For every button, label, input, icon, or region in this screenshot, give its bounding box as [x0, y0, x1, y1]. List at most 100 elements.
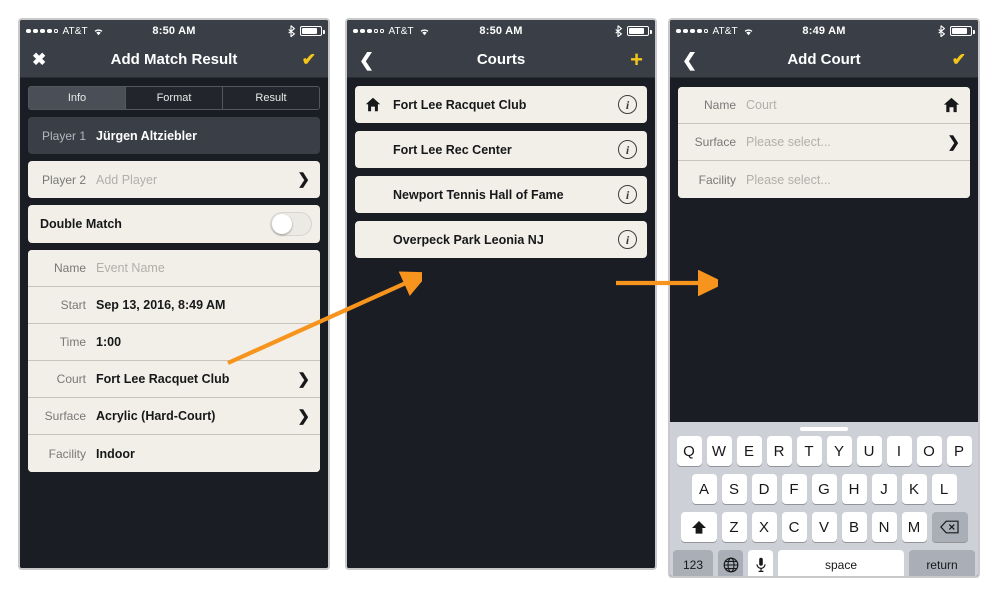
- facility-value: Indoor: [96, 446, 135, 461]
- list-item[interactable]: Overpeck Park Leonia NJ i: [355, 221, 647, 258]
- key-x[interactable]: X: [751, 512, 777, 542]
- return-key[interactable]: return: [909, 550, 975, 576]
- key-o[interactable]: O: [916, 436, 942, 466]
- field-row-facility[interactable]: Facility Please select...: [678, 161, 970, 198]
- list-item[interactable]: Fort Lee Rec Center i: [355, 131, 647, 168]
- back-button[interactable]: ❮: [682, 51, 697, 69]
- backspace-key[interactable]: [931, 512, 968, 542]
- player1-value: Jürgen Altziebler: [96, 128, 197, 143]
- info-icon[interactable]: i: [618, 95, 637, 114]
- key-b[interactable]: B: [841, 512, 867, 542]
- key-p[interactable]: P: [946, 436, 972, 466]
- key-l[interactable]: L: [931, 474, 957, 504]
- numbers-key[interactable]: 123: [673, 550, 713, 576]
- double-match-row[interactable]: Double Match: [28, 205, 320, 243]
- carrier-label: AT&T: [388, 25, 414, 37]
- key-q[interactable]: Q: [676, 436, 702, 466]
- wifi-icon: [93, 27, 104, 36]
- chevron-right-icon: ❯: [297, 171, 310, 188]
- key-m[interactable]: M: [901, 512, 927, 542]
- start-value: Sep 13, 2016, 8:49 AM: [96, 298, 226, 312]
- key-j[interactable]: J: [871, 474, 897, 504]
- detail-row-name[interactable]: Name Event Name: [28, 250, 320, 287]
- key-f[interactable]: F: [781, 474, 807, 504]
- screen-body: Fort Lee Racquet Club i Fort Lee Rec Cen…: [347, 86, 655, 568]
- key-u[interactable]: U: [856, 436, 882, 466]
- key-d[interactable]: D: [751, 474, 777, 504]
- key-v[interactable]: V: [811, 512, 837, 542]
- facility-label: Facility: [48, 446, 86, 461]
- page-title: Add Match Result: [110, 51, 238, 68]
- double-match-toggle[interactable]: [270, 212, 312, 236]
- tab-info[interactable]: Info: [29, 87, 126, 109]
- key-k[interactable]: K: [901, 474, 927, 504]
- detail-row-start[interactable]: Start Sep 13, 2016, 8:49 AM: [28, 287, 320, 324]
- shift-key[interactable]: [680, 512, 717, 542]
- field-row-name[interactable]: Name Court: [678, 87, 970, 124]
- key-c[interactable]: C: [781, 512, 807, 542]
- tab-result[interactable]: Result: [223, 87, 319, 109]
- key-w[interactable]: W: [706, 436, 732, 466]
- toggle-knob: [272, 214, 292, 234]
- keyboard-drag-handle[interactable]: [800, 427, 848, 431]
- status-bar-left: AT&T: [26, 26, 104, 37]
- chevron-right-icon: ❯: [297, 370, 310, 388]
- key-t[interactable]: T: [796, 436, 822, 466]
- status-bar-right: [288, 25, 325, 38]
- start-label: Start: [60, 298, 86, 312]
- detail-row-court[interactable]: Court Fort Lee Racquet Club ❯: [28, 361, 320, 398]
- status-bar: AT&T 8:49 AM: [670, 20, 978, 42]
- name-input[interactable]: Court: [746, 98, 777, 112]
- key-a[interactable]: A: [691, 474, 717, 504]
- info-icon[interactable]: i: [618, 140, 637, 159]
- list-item[interactable]: Newport Tennis Hall of Fame i: [355, 176, 647, 213]
- key-r[interactable]: R: [766, 436, 792, 466]
- double-match-label: Double Match: [40, 217, 122, 231]
- detail-row-surface[interactable]: Surface Acrylic (Hard-Court) ❯: [28, 398, 320, 435]
- player1-row[interactable]: Player 1 Jürgen Altziebler: [28, 117, 320, 154]
- key-z[interactable]: Z: [721, 512, 747, 542]
- space-key[interactable]: space: [778, 550, 904, 576]
- key-y[interactable]: Y: [826, 436, 852, 466]
- confirm-button[interactable]: ✔: [302, 51, 316, 68]
- signal-strength-icon: [26, 28, 58, 34]
- keyboard-row-1: Q W E R T Y U I O P: [673, 436, 975, 466]
- back-chevron-icon: ❮: [682, 49, 698, 70]
- confirm-button[interactable]: ✔: [952, 51, 966, 68]
- battery-icon: [300, 26, 325, 36]
- status-bar-left: AT&T: [353, 26, 430, 37]
- key-s[interactable]: S: [721, 474, 747, 504]
- detail-row-time[interactable]: Time 1:00: [28, 324, 320, 361]
- facility-label: Facility: [698, 172, 736, 187]
- battery-icon: [627, 26, 652, 36]
- phone-courts-list: AT&T 8:50 AM ❮ Courts + Fort Lee Racquet…: [345, 18, 657, 570]
- field-row-surface[interactable]: Surface Please select... ❯: [678, 124, 970, 161]
- home-icon: [365, 97, 385, 112]
- back-button[interactable]: ❮: [359, 51, 374, 69]
- key-e[interactable]: E: [736, 436, 762, 466]
- globe-icon[interactable]: [718, 550, 743, 576]
- key-h[interactable]: H: [841, 474, 867, 504]
- key-g[interactable]: G: [811, 474, 837, 504]
- player2-card: Player 2 Add Player ❯: [28, 161, 320, 198]
- list-item[interactable]: Fort Lee Racquet Club i: [355, 86, 647, 123]
- info-icon[interactable]: i: [618, 230, 637, 249]
- screenshot-stage: AT&T 8:50 AM ✖ Add Match Result ✔ Info F…: [0, 0, 1000, 596]
- detail-row-facility[interactable]: Facility Indoor: [28, 435, 320, 472]
- player2-row[interactable]: Player 2 Add Player ❯: [28, 161, 320, 198]
- court-name: Fort Lee Racquet Club: [393, 97, 527, 112]
- add-court-button[interactable]: +: [630, 48, 643, 71]
- screen-body: Name Court Surface Please select... ❯ Fa…: [670, 87, 978, 576]
- signal-strength-icon: [353, 28, 384, 34]
- info-icon[interactable]: i: [618, 185, 637, 204]
- segmented-control: Info Format Result: [28, 86, 320, 110]
- keyboard-row-4: 123 space return: [673, 550, 975, 576]
- double-match-card: Double Match: [28, 205, 320, 243]
- close-button[interactable]: ✖: [32, 51, 46, 68]
- time-value: 1:00: [96, 335, 122, 349]
- home-icon[interactable]: [943, 97, 960, 113]
- key-i[interactable]: I: [886, 436, 912, 466]
- mic-icon[interactable]: [748, 550, 773, 576]
- tab-format[interactable]: Format: [126, 87, 223, 109]
- key-n[interactable]: N: [871, 512, 897, 542]
